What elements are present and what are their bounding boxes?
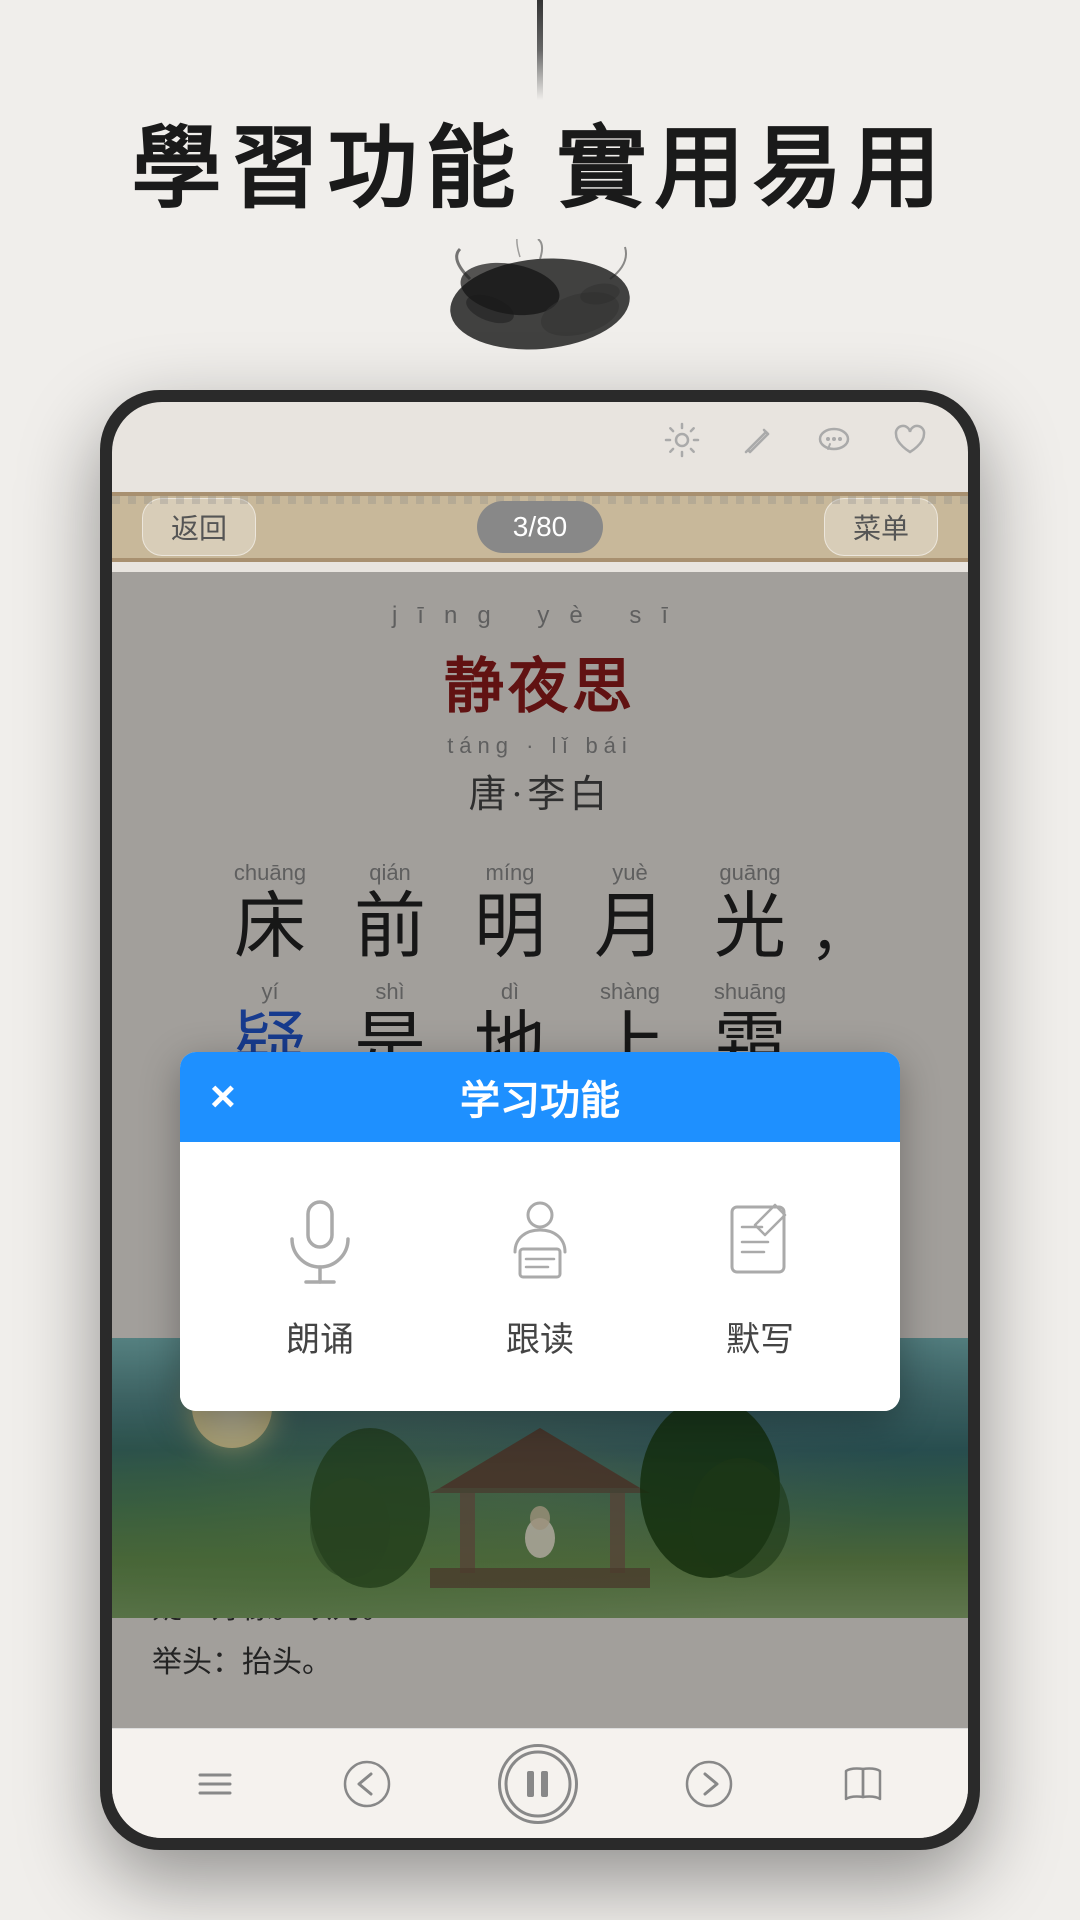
toolbar — [664, 422, 928, 458]
prev-button[interactable] — [341, 1758, 393, 1810]
feature-gendou-label: 跟读 — [506, 1312, 574, 1361]
next-button[interactable] — [683, 1758, 735, 1810]
dialog-close-button[interactable]: × — [210, 1072, 236, 1122]
heart-icon[interactable] — [892, 422, 928, 458]
page-title: 學習功能 實用易用 — [131, 120, 948, 219]
dialog-body: 朗诵 — [180, 1142, 900, 1411]
phone-screen: 返回 3/80 菜单 jīng yè sī 静夜思 táng · lǐ bái … — [112, 402, 968, 1838]
microphone-icon — [270, 1192, 370, 1292]
nav-bar: 返回 3/80 菜单 — [112, 492, 968, 562]
pencil-icon[interactable] — [740, 422, 776, 458]
poem-area: jīng yè sī 静夜思 táng · lǐ bái 唐·李白 chuāng… — [112, 572, 968, 1728]
dialog-overlay: × 学习功能 — [112, 572, 968, 1728]
phone-frame: 返回 3/80 菜单 jīng yè sī 静夜思 táng · lǐ bái … — [100, 390, 980, 1850]
ink-drop-top — [537, 0, 543, 100]
dialog-title: 学习功能 — [460, 1068, 620, 1126]
page-indicator: 3/80 — [477, 501, 604, 553]
book-icon[interactable] — [840, 1763, 886, 1805]
comment-icon[interactable] — [816, 422, 852, 458]
feature-moxie-label: 默写 — [726, 1312, 794, 1361]
gear-icon[interactable] — [664, 422, 700, 458]
write-icon — [710, 1192, 810, 1292]
top-decoration: 學習功能 實用易用 — [0, 0, 1080, 380]
feature-gendou[interactable]: 跟读 — [490, 1192, 590, 1361]
dialog-header: × 学习功能 — [180, 1052, 900, 1142]
feature-moxie[interactable]: 默写 — [710, 1192, 810, 1361]
feature-langsung-label: 朗诵 — [286, 1312, 354, 1361]
menu-button[interactable]: 菜单 — [824, 498, 938, 556]
menu-icon[interactable] — [194, 1763, 236, 1805]
ink-blob — [430, 239, 650, 359]
play-pause-button[interactable] — [498, 1744, 578, 1824]
feature-langsung[interactable]: 朗诵 — [270, 1192, 370, 1361]
learning-dialog: × 学习功能 — [180, 1052, 900, 1411]
back-button[interactable]: 返回 — [142, 498, 256, 556]
person-reading-icon — [490, 1192, 590, 1292]
bottom-toolbar — [112, 1728, 968, 1838]
